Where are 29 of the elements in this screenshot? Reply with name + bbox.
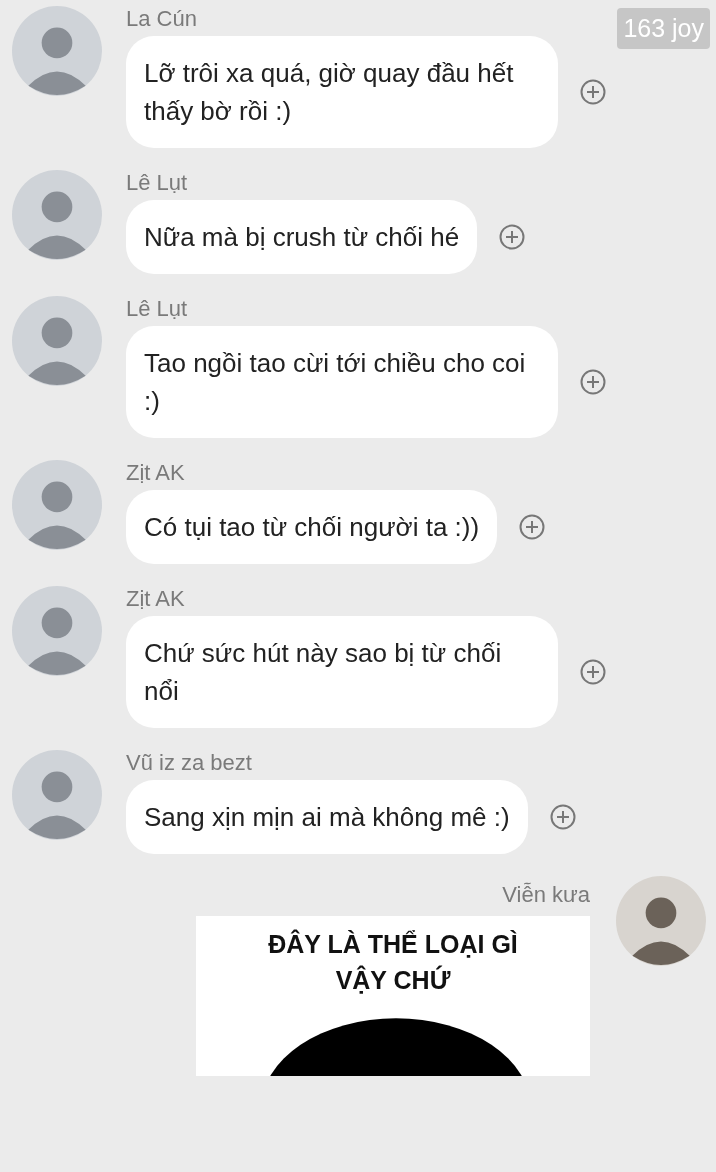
sender-name: La Cún (126, 6, 198, 32)
sender-name: Lê Lụt (126, 296, 189, 322)
avatar[interactable] (12, 750, 102, 840)
avatar[interactable] (12, 586, 102, 676)
add-reaction-icon[interactable] (580, 369, 606, 395)
message-bubble[interactable]: Chứ sức hút này sao bị từ chối nổi (126, 616, 558, 728)
image-message[interactable]: ĐÂY LÀ THỂ LOẠI GÌ VẬY CHỨ (196, 916, 590, 1076)
message-bubble[interactable]: Có tụi tao từ chối người ta :)) (126, 490, 498, 564)
message-bubble[interactable]: Lỡ trôi xa quá, giờ quay đầu hết thấy bờ rồi :) (126, 36, 558, 148)
sender-name: Lê Lụt (126, 170, 189, 196)
sender-name: Vũ iz za bezt (126, 750, 253, 776)
avatar[interactable] (616, 876, 706, 966)
avatar[interactable] (12, 6, 102, 96)
sender-name: Zịt AK (126, 586, 186, 612)
avatar[interactable] (12, 170, 102, 260)
sender-name: Viễn kưa (502, 882, 590, 908)
message-bubble[interactable]: Sang xịn mịn ai mà không mê :) (126, 780, 528, 854)
reaction-count-badge: 163 joy (617, 8, 710, 49)
add-reaction-icon[interactable] (580, 79, 606, 105)
avatar[interactable] (12, 296, 102, 386)
add-reaction-icon[interactable] (519, 514, 546, 540)
message-bubble[interactable]: Nữa mà bị crush từ chối hé (126, 200, 478, 274)
add-reaction-icon[interactable] (499, 224, 526, 250)
add-reaction-icon[interactable] (580, 659, 606, 685)
add-reaction-icon[interactable] (549, 804, 576, 830)
image-caption: ĐÂY LÀ THỂ LOẠI GÌ VẬY CHỨ (267, 928, 519, 996)
sender-name: Zịt AK (126, 460, 186, 486)
message-bubble[interactable]: Tao ngồi tao cừi tới chiều cho coi :) (126, 326, 558, 438)
avatar[interactable] (12, 460, 102, 550)
